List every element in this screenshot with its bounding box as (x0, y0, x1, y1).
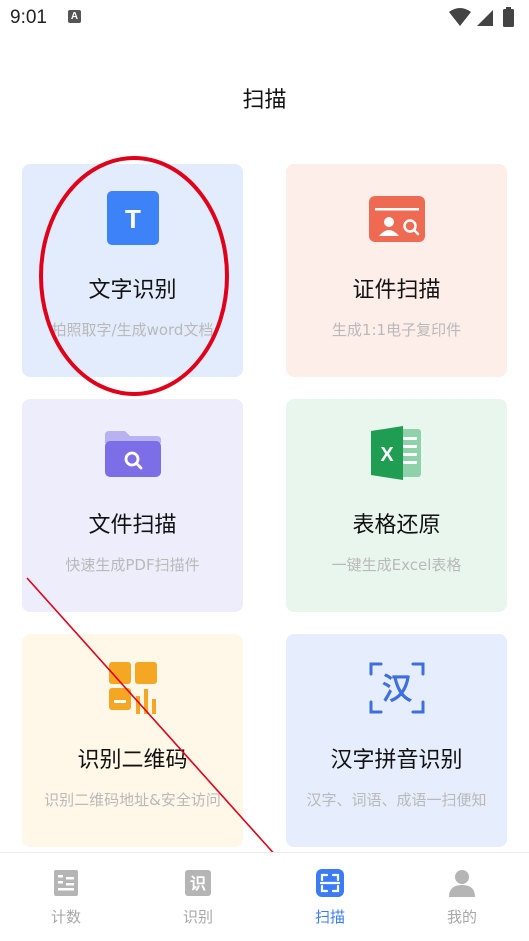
status-icons (449, 7, 514, 27)
recognize-icon: 识 (185, 870, 211, 896)
card-title: 文件扫描 (88, 513, 177, 538)
card-subtitle: 汉字、词语、成语一扫便知 (306, 791, 487, 809)
tab-label: 我的 (446, 908, 477, 926)
card-table-restore[interactable]: X 表格还原 一键生成Excel表格 (286, 399, 507, 612)
page-title: 扫描 (242, 88, 287, 113)
id-card-icon (368, 196, 425, 242)
card-qr-recognition[interactable]: 识别二维码 识别二维码地址&安全访问 (22, 634, 243, 847)
card-title: 文字识别 (88, 278, 177, 303)
card-subtitle: 生成1:1电子复印件 (331, 321, 462, 339)
scan-icon (316, 869, 344, 897)
hanzi-glyph: 汉 (382, 672, 413, 707)
card-id-scan[interactable]: 证件扫描 生成1:1电子复印件 (286, 164, 507, 377)
tab-recognize[interactable]: 识 识别 (132, 853, 264, 941)
tab-profile[interactable]: 我的 (396, 853, 528, 941)
tab-label: 识别 (182, 908, 213, 926)
wifi-icon (449, 8, 471, 26)
signal-icon (477, 10, 493, 26)
card-text-recognition[interactable]: T 文字识别 拍照取字/生成word文档 (22, 164, 243, 377)
card-subtitle: 识别二维码地址&安全访问 (44, 791, 221, 809)
text-t-icon: T (106, 191, 159, 245)
folder-search-icon (104, 431, 161, 477)
status-bar: 9:01 A (0, 0, 529, 36)
tab-counter[interactable]: 计数 (0, 853, 132, 941)
excel-icon: X (370, 426, 421, 480)
svg-text:X: X (380, 444, 394, 466)
card-title: 表格还原 (352, 513, 441, 538)
card-hanzi-pinyin[interactable]: 汉 汉字拼音识别 汉字、词语、成语一扫便知 (286, 634, 507, 847)
card-title: 识别二维码 (77, 748, 188, 773)
qr-code-icon (108, 662, 157, 714)
card-title: 证件扫描 (352, 278, 441, 303)
card-title: 汉字拼音识别 (330, 748, 463, 773)
status-time: 9:01 (10, 7, 47, 28)
hanzi-icon: 汉 (369, 662, 424, 714)
profile-icon (449, 870, 475, 897)
tab-scan[interactable]: 扫描 (264, 853, 396, 941)
card-subtitle: 拍照取字/生成word文档 (51, 321, 214, 339)
card-file-scan[interactable]: 文件扫描 快速生成PDF扫描件 (22, 399, 243, 612)
tab-label: 扫描 (314, 908, 345, 926)
card-subtitle: 快速生成PDF扫描件 (65, 556, 200, 574)
tab-label: 计数 (50, 908, 81, 926)
svg-text:T: T (125, 204, 141, 234)
bottom-tab-bar: 计数 识 识别 扫描 我的 (0, 852, 529, 941)
counter-icon (54, 870, 78, 896)
notification-icon: A (68, 10, 81, 23)
card-subtitle: 一键生成Excel表格 (331, 556, 462, 574)
recognize-glyph: 识 (190, 874, 206, 893)
battery-icon (503, 9, 514, 27)
